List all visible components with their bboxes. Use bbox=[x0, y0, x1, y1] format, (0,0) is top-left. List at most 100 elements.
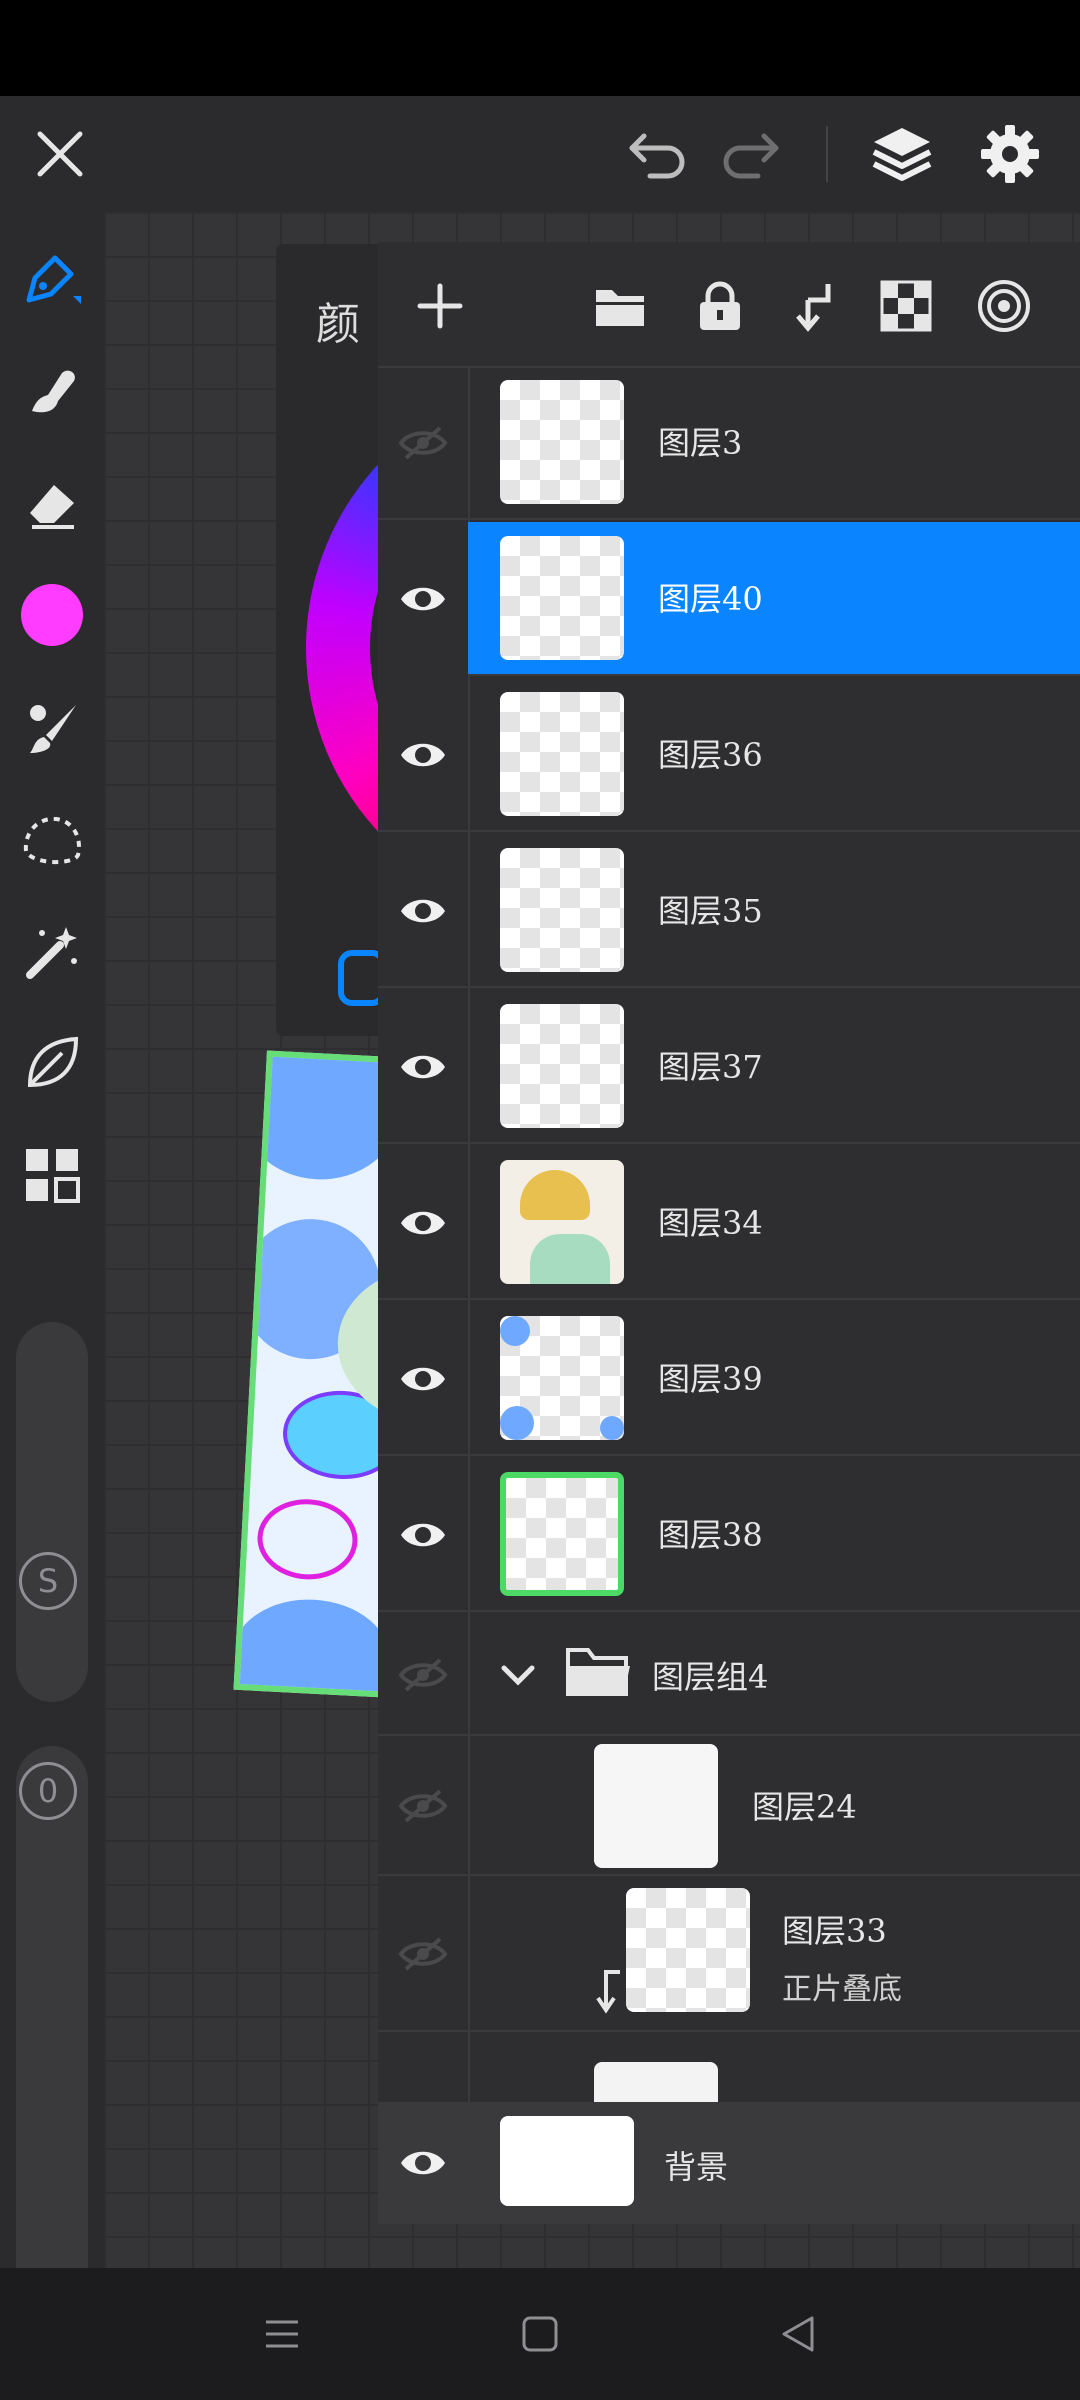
tool-sidebar: S 0 bbox=[0, 212, 104, 2338]
color-picker-button[interactable] bbox=[0, 570, 104, 660]
opacity-badge-icon: 0 bbox=[19, 1762, 77, 1820]
home-button[interactable] bbox=[512, 2306, 568, 2362]
visibility-toggle[interactable] bbox=[378, 2102, 468, 2224]
lock-layer-button[interactable] bbox=[688, 274, 752, 338]
background-thumbnail bbox=[500, 2116, 634, 2206]
smudge-icon bbox=[32, 370, 75, 413]
layer-row[interactable]: 图层36 bbox=[378, 678, 1080, 832]
merge-down-button[interactable] bbox=[780, 274, 844, 338]
eye-icon bbox=[401, 743, 445, 767]
lasso-tool[interactable] bbox=[0, 794, 104, 884]
layer-row-selected[interactable]: 图层40 bbox=[378, 522, 1080, 676]
magic-wand-tool[interactable] bbox=[0, 906, 104, 996]
visibility-toggle[interactable] bbox=[378, 1736, 468, 1876]
visibility-toggle[interactable] bbox=[378, 1876, 468, 2032]
layer-row[interactable]: 图层35 bbox=[378, 834, 1080, 988]
background-name: 背景 bbox=[664, 2148, 729, 2186]
background-layer-row[interactable]: 背景 bbox=[378, 2102, 1080, 2224]
layer-name: 图层24 bbox=[752, 1788, 857, 1826]
square-icon bbox=[522, 2316, 558, 2352]
settings-button[interactable] bbox=[972, 116, 1048, 192]
more-tools-button[interactable] bbox=[0, 1130, 104, 1220]
layer-thumbnail bbox=[500, 1004, 624, 1128]
blend-mode-label: 正片叠底 bbox=[782, 1972, 902, 2007]
add-folder-button[interactable] bbox=[588, 274, 652, 338]
layers-icon bbox=[872, 128, 932, 181]
lock-icon bbox=[700, 281, 740, 330]
thumb-flower bbox=[500, 1316, 530, 1346]
visibility-toggle[interactable] bbox=[378, 1458, 468, 1612]
redo-button[interactable] bbox=[712, 116, 788, 192]
eye-icon bbox=[401, 587, 445, 611]
smudge-tool[interactable] bbox=[0, 346, 104, 436]
opacity-slider[interactable] bbox=[16, 1746, 88, 2338]
folder-icon bbox=[596, 290, 644, 326]
visibility-toggle[interactable] bbox=[378, 678, 468, 832]
thumb-flower bbox=[500, 1406, 534, 1440]
top-toolbar bbox=[0, 96, 1080, 212]
visibility-toggle[interactable] bbox=[378, 522, 468, 676]
lasso-icon bbox=[23, 816, 81, 865]
liquify-tool[interactable] bbox=[0, 1018, 104, 1108]
magic-wand-icon bbox=[26, 927, 77, 979]
layer-thumbnail bbox=[626, 1888, 750, 2012]
menu-icon bbox=[266, 2320, 298, 2348]
merge-down-icon bbox=[796, 284, 831, 332]
layer-row[interactable]: 图层24 bbox=[378, 1736, 1080, 1876]
checkerboard-icon bbox=[880, 280, 932, 332]
visibility-toggle[interactable] bbox=[378, 990, 468, 1144]
eraser-icon bbox=[30, 485, 74, 529]
eraser-tool[interactable] bbox=[0, 458, 104, 548]
close-button[interactable] bbox=[22, 116, 98, 192]
layer-row[interactable]: 图层37 bbox=[378, 990, 1080, 1144]
layer-thumbnail bbox=[500, 1472, 624, 1596]
recent-apps-button[interactable] bbox=[254, 2306, 310, 2362]
current-color-swatch bbox=[21, 584, 83, 646]
color-panel-title: 颜 bbox=[316, 299, 360, 350]
eye-icon bbox=[401, 899, 445, 923]
eye-icon bbox=[401, 1211, 445, 1235]
layer-thumbnail bbox=[500, 1316, 624, 1440]
add-layer-button[interactable] bbox=[408, 274, 472, 338]
visibility-toggle[interactable] bbox=[378, 1614, 468, 1736]
clipping-arrow-icon bbox=[592, 1968, 626, 2014]
visibility-toggle[interactable] bbox=[378, 366, 468, 520]
layer-row[interactable]: 图层38 bbox=[378, 1458, 1080, 1612]
layers-panel: 图层3 图层40 图层36 图层35 图层37 图层34 图层39 图层38 图… bbox=[378, 242, 1080, 2224]
brush-icon bbox=[30, 705, 76, 753]
layer-group-row[interactable]: 图层组4 bbox=[378, 1614, 1080, 1736]
layer-row[interactable]: 图层34 bbox=[378, 1146, 1080, 1300]
visibility-toggle[interactable] bbox=[378, 834, 468, 988]
plus-icon bbox=[417, 283, 463, 329]
eye-hidden-icon bbox=[398, 426, 448, 460]
brush-tool[interactable] bbox=[0, 682, 104, 772]
gear-icon bbox=[981, 125, 1039, 183]
layer-thumbnail bbox=[500, 536, 624, 660]
undo-icon bbox=[629, 133, 685, 179]
concentric-circles-icon bbox=[978, 280, 1030, 332]
back-button[interactable] bbox=[770, 2306, 826, 2362]
layer-row[interactable]: 图层33 正片叠底 bbox=[378, 1876, 1080, 2032]
eye-hidden-icon bbox=[398, 1658, 448, 1692]
toolbar-divider bbox=[826, 126, 828, 182]
thumb-shirt bbox=[530, 1234, 610, 1284]
layers-toolbar bbox=[378, 242, 1080, 368]
layer-thumbnail bbox=[594, 1744, 718, 1868]
pen-tool[interactable] bbox=[0, 234, 104, 324]
layer-effects-button[interactable] bbox=[972, 274, 1036, 338]
visibility-toggle[interactable] bbox=[378, 1302, 468, 1456]
undo-button[interactable] bbox=[620, 116, 696, 192]
group-name: 图层组4 bbox=[652, 1658, 769, 1696]
brush-size-slider[interactable] bbox=[16, 1322, 88, 1702]
eye-icon bbox=[401, 1055, 445, 1079]
layer-row[interactable]: 图层39 bbox=[378, 1302, 1080, 1456]
layer-row[interactable]: 图层3 bbox=[378, 366, 1080, 520]
folder-icon bbox=[564, 1644, 634, 1700]
alpha-lock-button[interactable] bbox=[874, 274, 938, 338]
visibility-toggle[interactable] bbox=[378, 1146, 468, 1300]
system-navigation-bar bbox=[0, 2268, 1080, 2400]
layer-name: 图层3 bbox=[658, 424, 743, 462]
layer-thumbnail bbox=[500, 1160, 624, 1284]
group-expand-toggle[interactable] bbox=[498, 1654, 538, 1694]
layers-button[interactable] bbox=[864, 116, 940, 192]
